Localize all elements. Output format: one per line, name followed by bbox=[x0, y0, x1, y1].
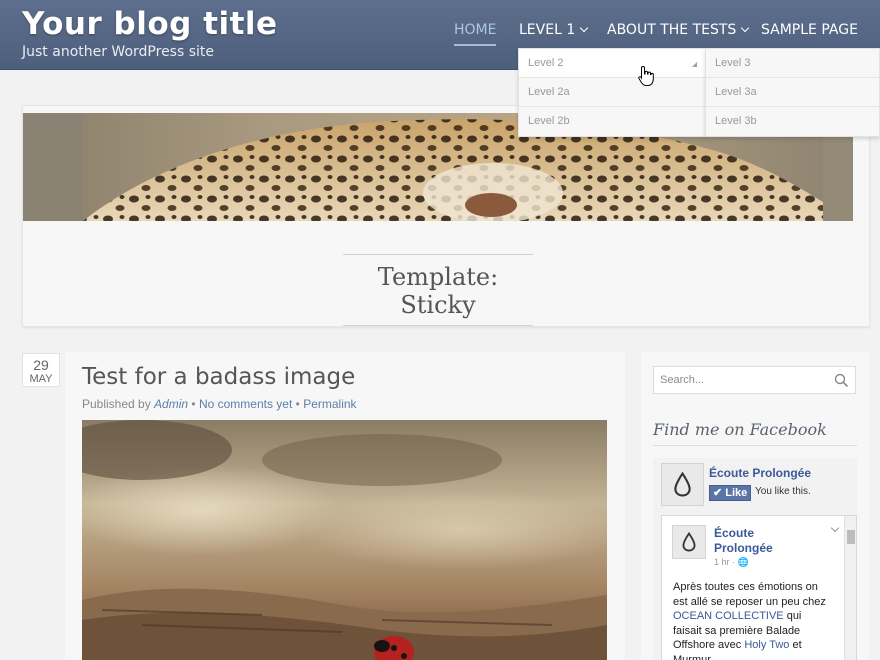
nav-item-about-the-tests[interactable]: ABOUT THE TESTS bbox=[607, 22, 750, 38]
search-icon[interactable] bbox=[834, 373, 849, 388]
post-date-day: 29 bbox=[33, 357, 49, 373]
submenu-item-level-2b[interactable]: Level 2b bbox=[519, 107, 705, 136]
post-text-part: Après toutes ces émotions on est allé se… bbox=[673, 581, 826, 608]
ladybug-photo bbox=[82, 420, 607, 660]
facebook-scrollbar[interactable] bbox=[844, 516, 856, 660]
site-tagline: Just another WordPress site bbox=[22, 44, 215, 60]
submenu-item-label: Level 2a bbox=[528, 86, 570, 98]
submenu-arrow-icon bbox=[692, 62, 697, 67]
submenu-item-label: Level 2 bbox=[528, 57, 564, 69]
post-mention-link[interactable]: OCEAN COLLECTIVE bbox=[673, 610, 784, 622]
site-title[interactable]: Your blog title bbox=[22, 6, 278, 42]
scrollbar-thumb[interactable] bbox=[847, 530, 855, 544]
facebook-post: Écoute Prolongée 1 hr · 🌐 Après toutes c… bbox=[661, 515, 857, 660]
post-time-text: 1 hr · bbox=[714, 557, 738, 567]
facebook-page-name[interactable]: Écoute Prolongée bbox=[709, 466, 811, 480]
page-header-card: Template: Sticky bbox=[22, 105, 870, 327]
search-box bbox=[653, 366, 856, 394]
post-comments-link[interactable]: No comments yet bbox=[199, 397, 292, 411]
page-title-frame: Template: Sticky bbox=[343, 254, 533, 326]
post-meta: Published by Admin • No comments yet • P… bbox=[82, 397, 357, 411]
nav-item-level-1-label: LEVEL 1 bbox=[519, 22, 576, 38]
drop-logo-icon bbox=[682, 531, 696, 552]
submenu-item-label: Level 3 bbox=[715, 57, 751, 69]
facebook-like-box: Écoute Prolongée ✔ Like You like this. É… bbox=[653, 458, 857, 660]
widget-title-facebook: Find me on Facebook bbox=[653, 420, 857, 446]
page-title: Template: Sticky bbox=[377, 263, 499, 319]
hand-cursor-icon bbox=[638, 65, 654, 86]
post-body-text: Après toutes ces émotions on est allé se… bbox=[673, 580, 833, 660]
chevron-down-icon[interactable] bbox=[830, 523, 840, 533]
facebook-page-avatar[interactable] bbox=[661, 463, 704, 506]
meta-separator: • bbox=[292, 397, 304, 411]
nav-item-sample-page-label: SAMPLE PAGE bbox=[761, 22, 858, 38]
post-title[interactable]: Test for a badass image bbox=[82, 364, 355, 390]
post-timestamp: 1 hr · 🌐 bbox=[714, 557, 749, 568]
submenu-item-level-2[interactable]: Level 2 bbox=[519, 49, 705, 78]
like-button-label: Like bbox=[725, 487, 748, 499]
post-featured-image[interactable] bbox=[82, 420, 607, 660]
submenu-item-label: Level 2b bbox=[528, 115, 570, 127]
drop-logo-icon bbox=[674, 471, 691, 497]
post-meta-prefix: Published by bbox=[82, 397, 155, 411]
post-mention-link[interactable]: Holy Two bbox=[744, 639, 789, 651]
post-date-month: MAY bbox=[29, 373, 53, 385]
facebook-like-button[interactable]: ✔ Like bbox=[709, 485, 751, 501]
globe-icon: 🌐 bbox=[737, 557, 749, 567]
nav-item-home-label: HOME bbox=[454, 22, 497, 38]
post-author-name-line2[interactable]: Prolongée bbox=[714, 541, 773, 555]
post-author-name-line1[interactable]: Écoute bbox=[714, 526, 754, 540]
submenu-level-3: Level 3 Level 3a Level 3b bbox=[705, 48, 880, 137]
nav-item-home[interactable]: HOME bbox=[454, 22, 497, 46]
chevron-down-icon bbox=[741, 23, 750, 33]
submenu-item-level-3[interactable]: Level 3 bbox=[706, 49, 879, 78]
post-date-badge: 29 MAY bbox=[22, 353, 60, 387]
chevron-down-icon bbox=[579, 23, 589, 33]
post-author-avatar[interactable] bbox=[672, 525, 706, 559]
submenu-item-level-3a[interactable]: Level 3a bbox=[706, 78, 879, 107]
meta-separator: • bbox=[188, 397, 199, 411]
post-permalink[interactable]: Permalink bbox=[303, 397, 356, 411]
post-card: Test for a badass image Published by Adm… bbox=[65, 352, 625, 660]
post-author-link[interactable]: Admin bbox=[154, 397, 188, 411]
search-input[interactable] bbox=[654, 367, 829, 393]
nav-item-about-label: ABOUT THE TESTS bbox=[607, 22, 737, 38]
check-icon: ✔ bbox=[713, 487, 723, 499]
submenu-item-level-3b[interactable]: Level 3b bbox=[706, 107, 879, 136]
nav-item-level-1[interactable]: LEVEL 1 bbox=[519, 22, 589, 38]
submenu-item-label: Level 3a bbox=[715, 86, 757, 98]
submenu-item-level-2a[interactable]: Level 2a bbox=[519, 78, 705, 107]
submenu-level-2: Level 2 Level 2a Level 2b bbox=[518, 48, 706, 137]
like-status-text: You like this. bbox=[755, 486, 811, 497]
sidebar: Find me on Facebook Écoute Prolongée ✔ L… bbox=[641, 352, 869, 660]
submenu-item-label: Level 3b bbox=[715, 115, 757, 127]
nav-item-sample-page[interactable]: SAMPLE PAGE bbox=[761, 22, 858, 38]
